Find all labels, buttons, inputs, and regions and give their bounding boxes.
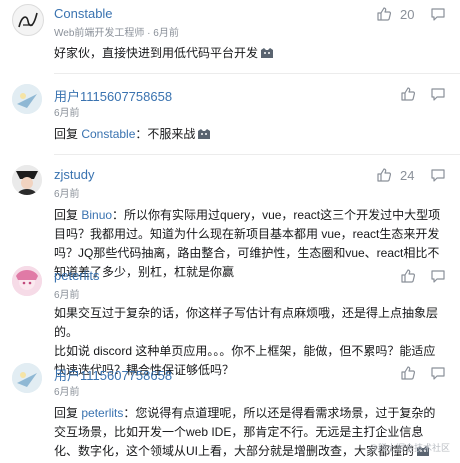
mention-link[interactable]: Constable (81, 127, 135, 141)
watermark: @稀土掘金技术社区 (368, 443, 450, 453)
comment-username[interactable]: Constable (54, 6, 113, 21)
avatar[interactable] (12, 363, 42, 393)
cat-emoji-icon (260, 46, 274, 58)
reply-comment-icon[interactable] (430, 268, 446, 284)
thumbs-up-icon[interactable] (400, 365, 416, 381)
comment-username[interactable]: peterlits (54, 268, 100, 283)
avatar[interactable] (12, 266, 42, 296)
like-button[interactable]: 20 (376, 6, 416, 22)
avatar[interactable] (12, 4, 44, 36)
comment-body: 回复 Binuo：所以你有实际用过query，vue，react这三个开发过中大… (54, 208, 441, 279)
thumbs-up-icon (376, 6, 392, 22)
comment-body: 回复 Constable：不服来战 (54, 125, 446, 144)
like-count: 24 (400, 167, 415, 183)
comment-meta: 6月前 (54, 108, 80, 119)
comment-meta: 6月前 (54, 189, 80, 200)
comment-meta: 6月前 (54, 387, 80, 398)
reply-comment-icon[interactable] (430, 167, 446, 183)
thumbs-up-icon[interactable] (400, 86, 416, 102)
reply-comment-icon[interactable] (430, 6, 446, 22)
avatar[interactable] (12, 165, 42, 195)
reply-comment-icon[interactable] (430, 86, 446, 102)
comment-meta: Web前端开发工程师 · 6月前 (54, 28, 179, 39)
comment-username[interactable]: 用户1115607758658 (54, 86, 172, 105)
comment-actions: 24 (376, 167, 446, 183)
like-count: 20 (400, 6, 415, 22)
mention-link[interactable]: Binuo (81, 208, 112, 222)
reply-comment-icon[interactable] (430, 365, 446, 381)
mention-link[interactable]: peterlits (81, 406, 123, 420)
divider (54, 73, 460, 74)
cat-emoji-icon (197, 127, 211, 139)
thumbs-up-icon (376, 167, 392, 183)
comment-username[interactable]: 用户1115607758658 (54, 365, 172, 384)
comment-username[interactable]: zjstudy (54, 167, 94, 182)
comment-actions: 20 (376, 6, 446, 22)
comment-actions (400, 365, 446, 381)
comment-meta: 6月前 (54, 290, 80, 301)
thumbs-up-icon[interactable] (400, 268, 416, 284)
divider (54, 154, 460, 155)
avatar[interactable] (12, 84, 42, 114)
comment-actions (400, 268, 446, 284)
comment-actions (400, 86, 446, 102)
comment-body: 好家伙，直接快进到用低代码平台开发 (54, 44, 446, 63)
like-button[interactable]: 24 (376, 167, 416, 183)
